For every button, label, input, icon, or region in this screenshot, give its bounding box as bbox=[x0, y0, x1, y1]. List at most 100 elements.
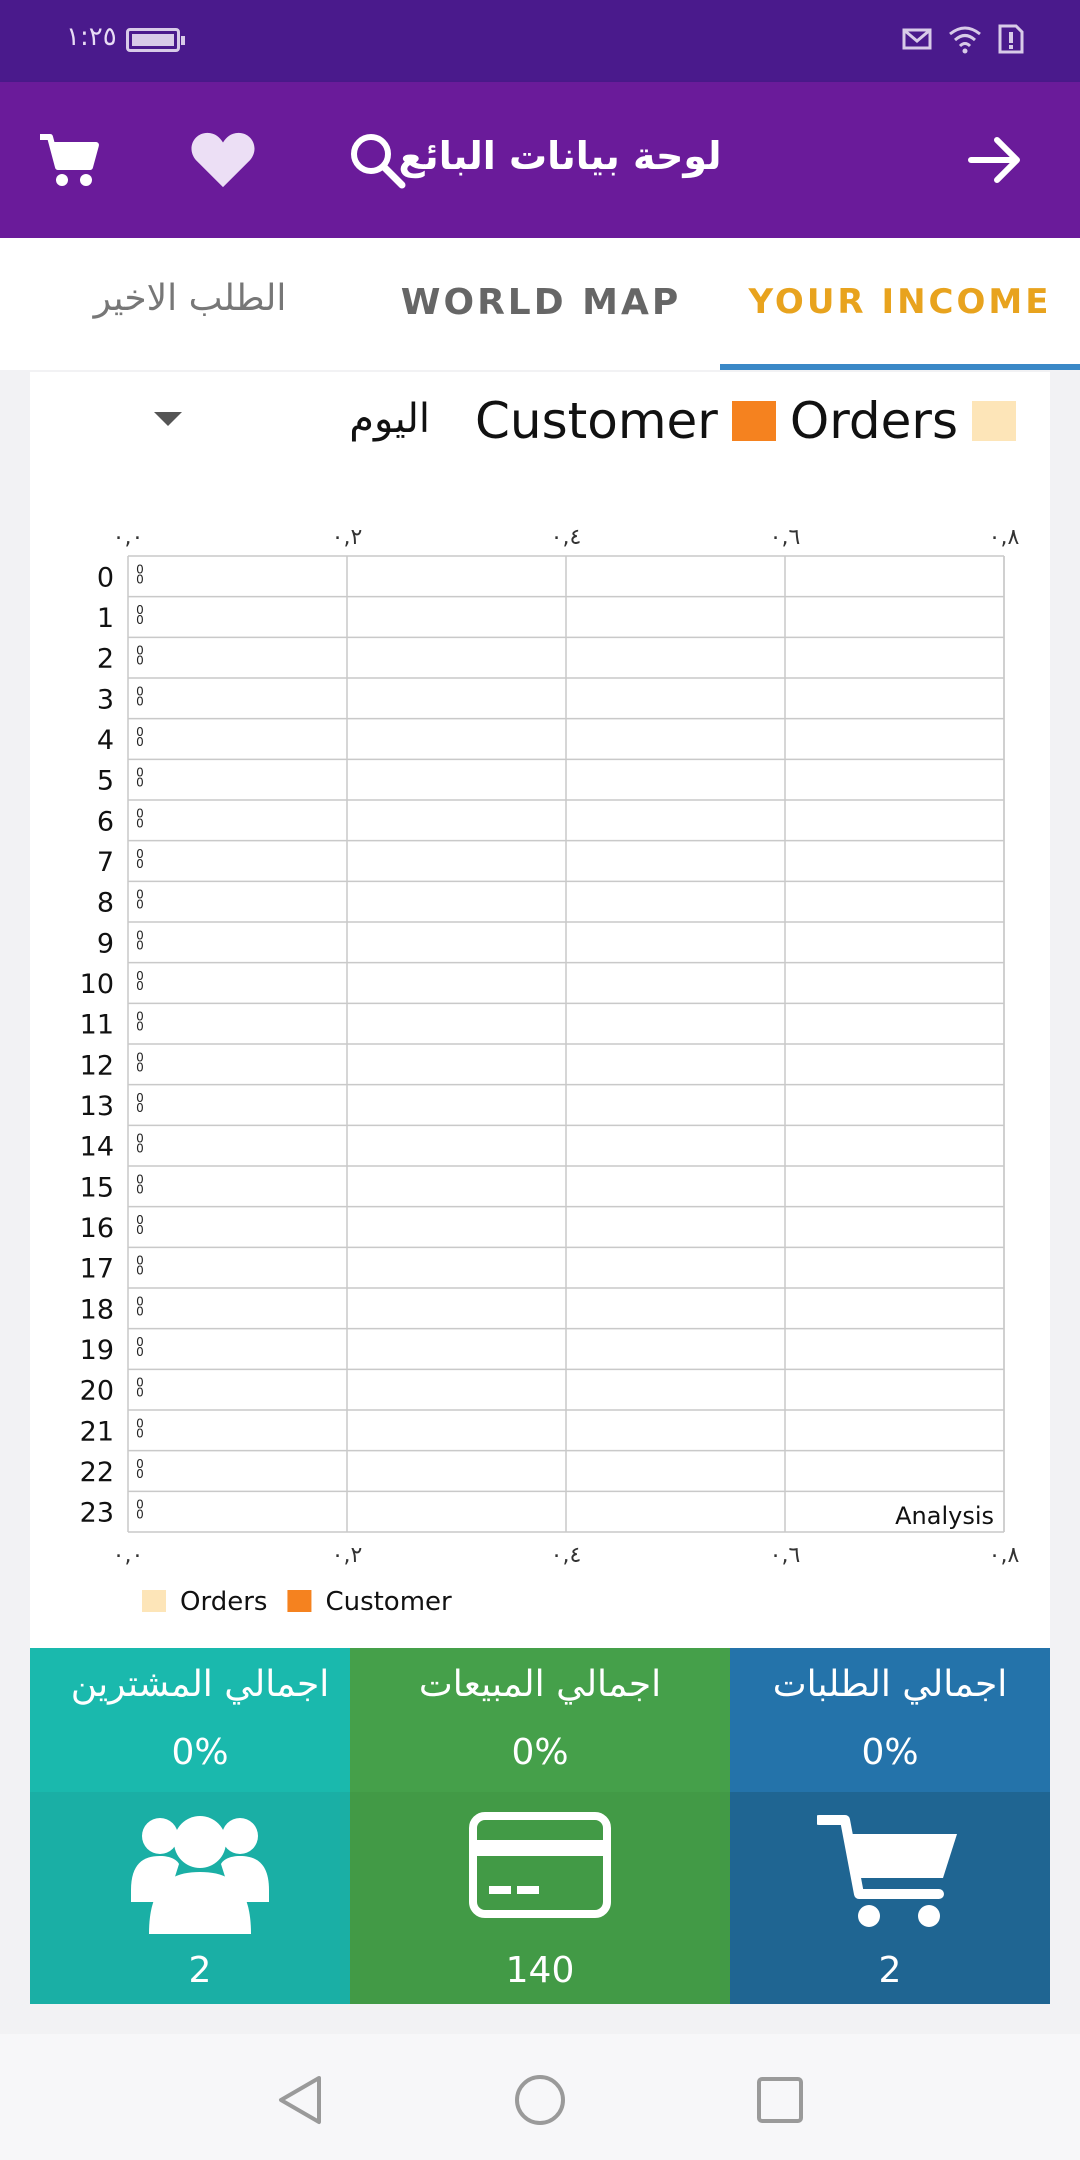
legend-customer-swatch[interactable] bbox=[731, 401, 776, 441]
stat-buyers-foot: 2 bbox=[30, 1792, 370, 2004]
x-tick-label-bottom: ٠,٤ bbox=[551, 1543, 582, 1568]
system-nav-bar bbox=[0, 2034, 1080, 2160]
cart-icon bbox=[817, 1815, 957, 1927]
bar-value-label: 0 bbox=[136, 1223, 144, 1237]
legend-customer-label[interactable]: Customer bbox=[475, 392, 718, 450]
period-dropdown[interactable]: اليوم bbox=[230, 396, 430, 442]
y-tick-label: 23 bbox=[80, 1498, 114, 1529]
tab-indicator bbox=[720, 364, 1080, 370]
stats-panel: اجمالي المشترين 0% 2 اجمالي المبيعات 0% … bbox=[30, 1648, 1050, 2004]
bar-value-label: 0 bbox=[136, 979, 144, 993]
y-tick-label: 9 bbox=[97, 928, 114, 959]
tab-bar: الطلب الاخير WORLD MAP YOUR INCOME bbox=[0, 238, 1080, 370]
status-bar: ١:٢٥ bbox=[0, 0, 1080, 82]
heart-icon bbox=[191, 132, 255, 188]
stat-buyers[interactable]: اجمالي المشترين 0% 2 bbox=[30, 1648, 370, 2004]
mail-icon bbox=[902, 28, 932, 50]
stat-sales-label: اجمالي المبيعات bbox=[418, 1664, 662, 1705]
bar-value-label: 0 bbox=[136, 898, 144, 912]
x-tick-label-bottom: ٠,٦ bbox=[770, 1543, 801, 1568]
tab-world-map[interactable]: WORLD MAP bbox=[396, 282, 686, 326]
stat-sales-head: اجمالي المبيعات 0% bbox=[350, 1648, 730, 1792]
y-tick-label: 18 bbox=[80, 1294, 114, 1325]
bar-value-label: 0 bbox=[136, 694, 144, 708]
nav-back-button[interactable] bbox=[270, 2070, 330, 2130]
y-tick-label: 14 bbox=[80, 1132, 114, 1163]
stat-orders-foot: 2 bbox=[730, 1792, 1050, 2004]
status-time: ١:٢٥ bbox=[66, 22, 117, 52]
bar-value-label: 0 bbox=[136, 776, 144, 790]
nav-home-button[interactable] bbox=[510, 2070, 570, 2130]
y-tick-label: 22 bbox=[80, 1457, 114, 1488]
y-tick-label: 16 bbox=[80, 1213, 114, 1244]
stat-sales-percent: 0% bbox=[511, 1732, 569, 1773]
income-chart: ٠,٠٠,٠٠,٢٠,٢٠,٤٠,٤٠,٦٠,٦٠,٨٠,٨0 001 002 003… bbox=[80, 525, 1020, 1617]
stat-buyers-head: اجمالي المشترين 0% bbox=[30, 1648, 370, 1792]
stat-orders[interactable]: اجمالي الطلبات 0% 2 bbox=[730, 1648, 1050, 2004]
bar-value-label: 0 bbox=[136, 938, 144, 952]
tab-recent-order[interactable]: الطلب الاخير bbox=[40, 278, 340, 322]
favorites-button[interactable] bbox=[190, 127, 256, 193]
page-title: لوحة بيانات البائع bbox=[398, 134, 722, 178]
bar-value-label: 0 bbox=[136, 1264, 144, 1278]
recents-square-icon bbox=[757, 2077, 803, 2123]
y-tick-label: 7 bbox=[97, 847, 114, 878]
legend-orders-label[interactable]: Orders bbox=[790, 392, 958, 450]
bar-value-label: 0 bbox=[136, 1386, 144, 1400]
y-tick-label: 4 bbox=[97, 725, 114, 756]
x-tick-label-top: ٠,٤ bbox=[551, 525, 582, 550]
chart-series-selector: Customer Orders bbox=[461, 392, 1016, 450]
y-tick-label: 5 bbox=[97, 766, 114, 797]
stat-orders-percent: 0% bbox=[861, 1732, 919, 1773]
cart-button[interactable] bbox=[36, 127, 102, 193]
cart-icon bbox=[40, 134, 99, 186]
bar-value-label: 0 bbox=[136, 572, 144, 586]
chevron-down-icon[interactable] bbox=[154, 412, 182, 426]
back-button[interactable] bbox=[962, 127, 1028, 193]
y-tick-label: 6 bbox=[97, 806, 114, 837]
bar-value-label: 0 bbox=[136, 1304, 144, 1318]
arrow-forward-icon bbox=[968, 137, 1020, 183]
stat-sales[interactable]: اجمالي المبيعات 0% 140 bbox=[350, 1648, 730, 2004]
bar-value-label: 0 bbox=[136, 1020, 144, 1034]
bar-value-label: 0 bbox=[136, 816, 144, 830]
legend-label-orders: Orders bbox=[180, 1587, 267, 1617]
y-tick-label: 13 bbox=[80, 1091, 114, 1122]
bar-value-label: 0 bbox=[136, 1101, 144, 1115]
x-tick-label-top: ٠,٦ bbox=[770, 525, 801, 550]
legend-orders-swatch[interactable] bbox=[972, 401, 1016, 441]
users-icon bbox=[131, 1816, 269, 1934]
stat-sales-value: 140 bbox=[505, 1950, 575, 1991]
bar-value-label: 0 bbox=[136, 1467, 144, 1481]
back-triangle-icon bbox=[279, 2076, 321, 2124]
y-tick-label: 1 bbox=[97, 603, 114, 634]
tab-your-income[interactable]: YOUR INCOME bbox=[720, 282, 1080, 326]
x-tick-label-top: ٠,٢ bbox=[332, 525, 363, 550]
legend-label-customer: Customer bbox=[325, 1587, 452, 1617]
legend-swatch-orders bbox=[142, 1590, 166, 1612]
bar-value-label: 0 bbox=[136, 735, 144, 749]
x-tick-label-bottom: ٠,٨ bbox=[989, 1543, 1020, 1568]
y-tick-label: 21 bbox=[80, 1416, 114, 1447]
y-tick-label: 15 bbox=[80, 1172, 114, 1203]
status-icons bbox=[902, 24, 1024, 54]
bar-value-label: 0 bbox=[136, 613, 144, 627]
stat-orders-label: اجمالي الطلبات bbox=[772, 1664, 1008, 1705]
bar-value-label: 0 bbox=[136, 1060, 144, 1074]
bar-value-label: 0 bbox=[136, 857, 144, 871]
nav-recents-button[interactable] bbox=[750, 2070, 810, 2130]
x-tick-label-top: ٠,٨ bbox=[989, 525, 1020, 550]
battery-icon bbox=[126, 28, 185, 52]
y-tick-label: 0 bbox=[97, 562, 114, 593]
bar-value-label: 0 bbox=[136, 654, 144, 668]
x-tick-label-bottom: ٠,٢ bbox=[332, 1543, 363, 1568]
bar-value-label: 0 bbox=[136, 1508, 144, 1522]
y-tick-label: 2 bbox=[97, 644, 114, 675]
x-tick-label-bottom: ٠,٠ bbox=[113, 1543, 144, 1568]
bar-value-label: 0 bbox=[136, 1182, 144, 1196]
y-tick-label: 12 bbox=[80, 1050, 114, 1081]
bar-value-label: 0 bbox=[136, 1345, 144, 1359]
stat-orders-value: 2 bbox=[878, 1950, 902, 1991]
y-tick-label: 11 bbox=[80, 1010, 114, 1041]
legend-swatch-customer bbox=[287, 1590, 312, 1612]
